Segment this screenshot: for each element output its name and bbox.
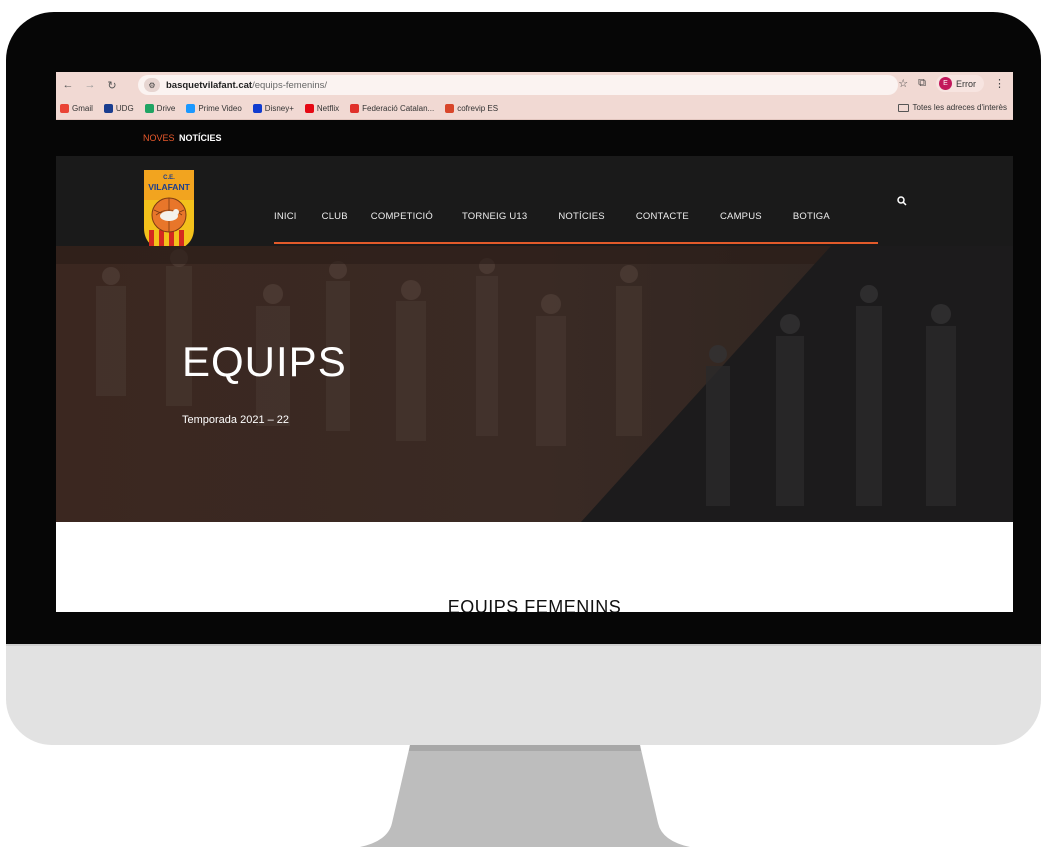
back-icon[interactable]: ← [60,79,76,91]
section-title: EQUIPS FEMENINS [447,597,622,612]
gmail-icon [60,104,69,113]
logo-text: VILAFANT [148,182,190,192]
search-icon[interactable] [897,196,907,206]
browser-toolbar: ← → ↻ ⚙ basquetvilafant.cat/equips-femen… [56,72,1013,98]
bookmark-label: Gmail [72,104,93,113]
folder-icon [897,103,909,112]
prime-video-icon [186,104,196,113]
logo-text-top: C.E. [163,175,175,181]
monitor: ← → ↻ ⚙ basquetvilafant.cat/equips-femen… [6,12,1041,745]
bookmark-item[interactable]: Drive [144,104,176,113]
profile-label: Error [956,78,976,89]
bookmark-item[interactable]: Federació Catalan... [350,104,434,113]
menu-underline [274,242,878,244]
page-subtitle: Temporada 2021 – 22 [182,414,290,426]
bookmark-item[interactable]: Disney+ [252,104,294,113]
bookmark-label: Drive [156,104,176,113]
menu-item-torneig-u13[interactable]: TORNEIG U13 [462,211,527,222]
bookmark-star-icon[interactable]: ☆ [898,77,908,90]
bookmark-item[interactable]: Gmail [60,104,93,113]
menu-item-inici[interactable]: INICI [274,211,297,222]
main-menu: INICI CLUB COMPETICIÓ TORNEIG U13 NOTÍCI… [274,206,830,226]
ticker-label[interactable]: NOTÍCIES [179,133,222,143]
profile-button[interactable]: E Error [936,75,984,92]
more-menu-icon[interactable]: ⋮ [994,77,1005,90]
menu-item-club[interactable]: CLUB [322,211,348,222]
menu-item-noticies[interactable]: NOTÍCIES [558,211,604,222]
toolbar-actions: ☆ ⧉ E Error ⋮ [898,75,1005,92]
club-logo[interactable]: C.E. VILAFANT [144,170,194,252]
bookmarks-bar: Gmail UDG Drive Prime Video Disney+ Netflix Fe… [56,98,1013,120]
address-bar[interactable]: ⚙ basquetvilafant.cat/equips-femenins/ [138,75,898,95]
forward-icon[interactable]: → [82,79,98,91]
federacio-icon [350,104,360,113]
bookmark-label: Federació Catalan... [362,104,435,113]
bookmark-item[interactable]: Prime Video [186,104,242,113]
bookmark-item[interactable]: cofrevip ES [445,104,498,113]
reload-icon[interactable]: ↻ [104,79,120,92]
menu-item-contacte[interactable]: CONTACTE [636,211,689,222]
bookmark-label: cofrevip ES [457,104,499,113]
menu-item-campus[interactable]: CAMPUS [720,211,762,222]
bookmark-label: Prime Video [198,104,242,113]
bookmark-label: UDG [115,104,134,113]
url-host: basquetvilafant.cat [166,79,253,91]
site-header: C.E. VILAFANT INICI CLUB COMPETICIÓ TORN… [56,156,1013,252]
bookmark-item[interactable]: UDG [103,104,134,113]
udg-icon [103,104,113,113]
news-ticker: NOVES NOTÍCIES [56,120,1013,156]
bookmark-item[interactable]: Netflix [304,104,340,113]
monitor-chin [6,644,1041,745]
netflix-icon [304,104,314,113]
cofrevip-icon [445,104,455,113]
bookmark-label: Disney+ [264,104,294,113]
drive-icon [144,104,154,113]
menu-item-botiga[interactable]: BOTIGA [793,211,830,222]
profile-avatar: E [939,77,952,90]
site-info-icon[interactable]: ⚙ [144,78,160,92]
hero-banner: EQUIPS Temporada 2021 – 22 [56,246,1013,522]
extensions-icon[interactable]: ⧉ [918,77,926,90]
url-path: /equips-femenins/ [252,79,328,91]
disney-icon [252,104,262,113]
all-bookmarks-label: Totes les adreces d'interès [912,103,1007,112]
main-content: EQUIPS FEMENINS [56,522,1013,612]
all-bookmarks-folder[interactable]: Totes les adreces d'interès [897,103,1007,112]
screen: ← → ↻ ⚙ basquetvilafant.cat/equips-femen… [56,72,1013,612]
ticker-prefix: NOVES [143,133,175,143]
monitor-stand [360,745,690,847]
menu-item-competicio[interactable]: COMPETICIÓ [371,211,433,222]
page-title: EQUIPS [182,338,347,385]
bookmark-label: Netflix [316,104,340,113]
